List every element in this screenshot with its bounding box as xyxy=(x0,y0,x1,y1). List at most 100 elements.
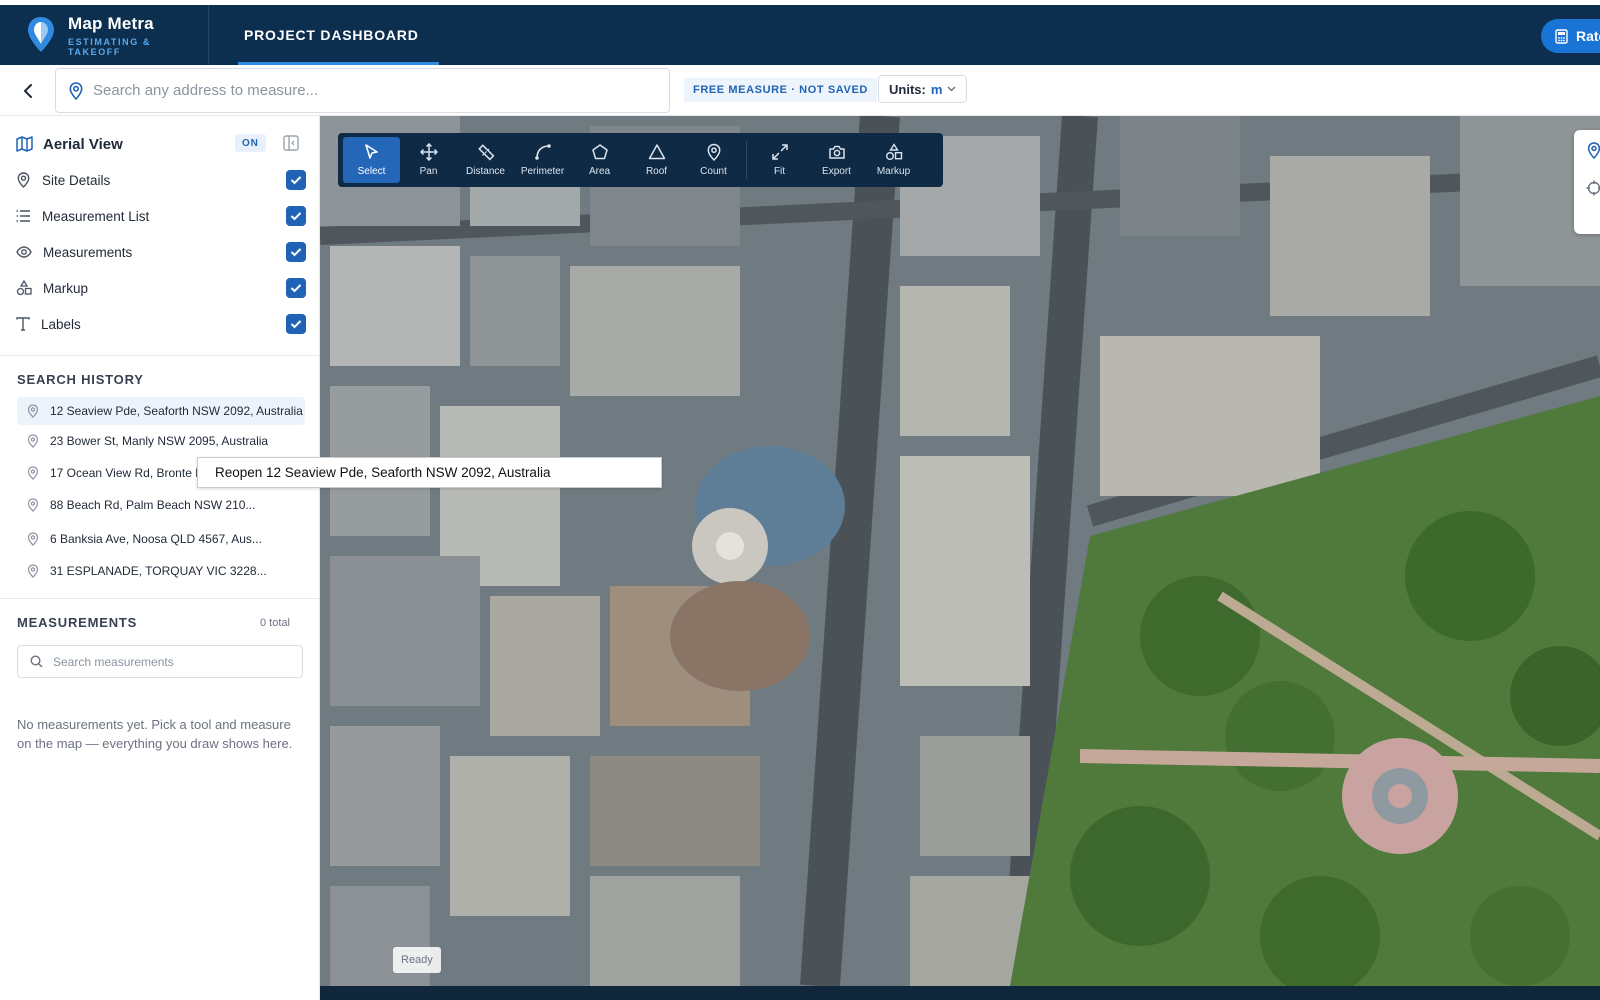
divider xyxy=(0,355,320,356)
tool-label: Export xyxy=(822,166,851,177)
map-status-chip: Ready xyxy=(393,947,441,973)
location-pin-icon xyxy=(69,81,83,100)
chevron-left-icon xyxy=(24,84,32,98)
pin-icon xyxy=(707,143,720,161)
units-dropdown[interactable]: Units: m xyxy=(878,75,968,103)
layer-label: Markup xyxy=(43,280,89,296)
map-icon xyxy=(16,136,33,152)
tool-roof[interactable]: Roof xyxy=(628,137,685,183)
address-search-input[interactable] xyxy=(93,82,633,99)
aerial-view-toggle[interactable]: ON xyxy=(235,134,266,152)
aerial-imagery xyxy=(320,116,1600,986)
measurements-search-input[interactable] xyxy=(53,654,293,669)
search-history-title: SEARCH HISTORY xyxy=(17,372,144,387)
app-name: Map Metra xyxy=(67,13,154,33)
tool-count[interactable]: Count xyxy=(685,137,742,183)
list-icon xyxy=(16,210,30,222)
expand-icon xyxy=(771,144,788,160)
history-item[interactable]: 23 Bower St, Manly NSW 2095, Australia xyxy=(17,427,305,455)
layer-item-labels[interactable]: Labels xyxy=(16,312,306,336)
location-pin-icon xyxy=(27,404,39,418)
sidebar: Aerial View ON Site Details Measurement … xyxy=(0,116,320,1000)
tool-area[interactable]: Area xyxy=(571,137,628,183)
location-pin-icon xyxy=(27,466,39,480)
map-pin-icon xyxy=(17,172,30,188)
collapse-sidebar-icon[interactable] xyxy=(282,134,300,152)
tool-label: Area xyxy=(588,166,611,177)
tool-label: Count xyxy=(700,166,727,177)
tool-label: Pan xyxy=(419,166,438,177)
history-tooltip: Reopen 12 Seaview Pde, Seaforth NSW 2092… xyxy=(197,457,662,488)
check-icon xyxy=(290,176,302,185)
measurements-search-field[interactable] xyxy=(17,645,303,678)
text-icon xyxy=(16,317,30,331)
map-bottom-bar xyxy=(320,986,1600,1000)
empty-state-message: No measurements yet. Pick a tool and mea… xyxy=(17,717,293,751)
tool-fit[interactable]: Fit xyxy=(751,137,808,183)
shapes-icon xyxy=(885,143,902,160)
history-item-label: 6 Banksia Ave, Noosa QLD 4567, Aus... xyxy=(50,532,262,546)
tool-label: Select xyxy=(357,166,386,177)
crosshair-icon[interactable] xyxy=(1586,180,1600,196)
location-pin-icon xyxy=(27,564,39,578)
tab-label: PROJECT DASHBOARD xyxy=(244,27,419,43)
layer-checkbox[interactable] xyxy=(286,170,306,190)
history-item[interactable]: 12 Seaview Pde, Seaforth NSW 2092, Austr… xyxy=(17,397,305,425)
map-canvas[interactable]: Select Pan Distance Perimeter Area Roof … xyxy=(320,116,1600,986)
check-icon xyxy=(290,212,302,221)
location-pin-icon[interactable] xyxy=(1587,142,1600,159)
location-pin-icon xyxy=(27,532,39,546)
calculator-icon xyxy=(1555,28,1568,44)
tool-distance[interactable]: Distance xyxy=(457,137,514,183)
layer-item-measurements[interactable]: Measurements xyxy=(16,240,306,264)
measurements-count: 0 total xyxy=(260,617,290,629)
ruler-icon xyxy=(477,144,494,161)
history-item[interactable]: 88 Beach Rd, Palm Beach NSW 210... xyxy=(17,491,305,519)
layer-checkbox[interactable] xyxy=(286,314,306,334)
app-tagline: ESTIMATING & TAKEOFF xyxy=(67,36,151,57)
tool-markup[interactable]: Markup xyxy=(865,137,922,183)
units-value: m xyxy=(930,81,943,97)
address-search-field[interactable] xyxy=(55,68,670,113)
search-icon xyxy=(30,655,43,668)
tool-label: Markup xyxy=(876,166,911,177)
history-item-label: 31 ESPLANADE, TORQUAY VIC 3228... xyxy=(50,564,267,578)
aerial-view-header: Aerial View ON xyxy=(16,132,306,156)
layer-label: Measurement List xyxy=(42,208,150,224)
tool-export[interactable]: Export xyxy=(808,137,865,183)
layer-item-site-details[interactable]: Site Details xyxy=(16,168,306,192)
app-header: Map Metra ESTIMATING & TAKEOFF PROJECT D… xyxy=(0,5,1600,65)
map-side-controls xyxy=(1574,130,1600,234)
layer-item-measurement-list[interactable]: Measurement List xyxy=(16,204,306,228)
search-bar-row: FREE MEASURE · NOT SAVED Units: m xyxy=(0,65,1600,116)
rate-button-label: Rate xyxy=(1576,28,1600,44)
tool-pan[interactable]: Pan xyxy=(400,137,457,183)
layer-checkbox[interactable] xyxy=(286,278,306,298)
history-item[interactable]: 31 ESPLANADE, TORQUAY VIC 3228... xyxy=(17,557,305,585)
move-icon xyxy=(419,143,438,161)
triangle-icon xyxy=(648,144,665,160)
back-button[interactable] xyxy=(16,79,40,103)
eye-icon xyxy=(16,246,32,258)
rate-button[interactable]: Rate xyxy=(1541,19,1600,53)
layer-item-markup[interactable]: Markup xyxy=(16,276,306,300)
cursor-icon xyxy=(364,144,378,159)
camera-icon xyxy=(828,145,845,159)
shapes-icon xyxy=(16,280,32,296)
tool-label: Roof xyxy=(645,166,668,177)
logo[interactable]: Map Metra ESTIMATING & TAKEOFF xyxy=(0,5,209,65)
pentagon-icon xyxy=(591,144,608,160)
curve-icon xyxy=(534,144,551,160)
tab-project-dashboard[interactable]: PROJECT DASHBOARD xyxy=(224,5,439,65)
location-pin-icon xyxy=(27,498,39,512)
layer-label: Labels xyxy=(41,316,81,332)
status-badge: FREE MEASURE · NOT SAVED xyxy=(684,78,877,102)
check-icon xyxy=(290,248,302,257)
chevron-down-icon xyxy=(947,86,956,92)
layer-checkbox[interactable] xyxy=(286,206,306,226)
layer-checkbox[interactable] xyxy=(286,242,306,262)
tool-perimeter[interactable]: Perimeter xyxy=(514,137,571,183)
tool-select[interactable]: Select xyxy=(343,137,400,183)
units-label: Units: xyxy=(889,81,926,97)
history-item[interactable]: 6 Banksia Ave, Noosa QLD 4567, Aus... xyxy=(17,525,305,553)
